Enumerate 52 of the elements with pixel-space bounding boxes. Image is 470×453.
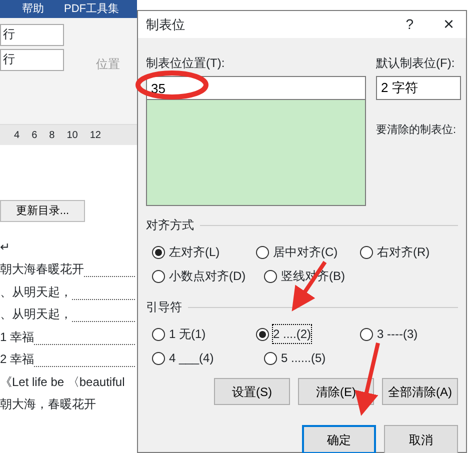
cancel-button[interactable]: 取消 — [384, 425, 458, 453]
radio-option[interactable]: 3 ----(3) — [360, 322, 458, 346]
radio-button[interactable] — [360, 246, 373, 258]
document-line: 、从明天起， — [0, 284, 72, 300]
tab-position-input[interactable]: 35 — [146, 76, 366, 100]
dialog-button[interactable]: 全部清除(A) — [382, 378, 458, 405]
radio-option[interactable]: 5 ......(5) — [264, 346, 370, 370]
field-label: 制表位位置(T): — [146, 55, 225, 72]
help-button[interactable]: ? — [406, 14, 414, 35]
dialog-button[interactable]: 设置(S) — [214, 378, 290, 405]
field-label: 要清除的制表位: — [376, 123, 458, 138]
radio-option[interactable]: 居中对齐(C) — [256, 240, 354, 264]
spin-field[interactable]: 行 — [0, 49, 64, 71]
document-line: ↵ — [0, 238, 10, 254]
radio-option[interactable]: 小数点对齐(D) — [152, 264, 258, 288]
ruler-number: 10 — [66, 128, 78, 142]
radio-button[interactable] — [256, 246, 269, 258]
ok-button[interactable]: 确定 — [302, 425, 376, 453]
document-line: 1 幸福 — [0, 328, 34, 344]
radio-button[interactable] — [264, 352, 277, 364]
radio-option[interactable]: 2 ....(2) — [256, 322, 354, 346]
field-label: 默认制表位(F): — [376, 55, 456, 72]
close-button[interactable]: × — [443, 11, 454, 38]
annotation-arrow — [292, 260, 327, 312]
update-toc-button[interactable]: 更新目录... — [0, 200, 85, 222]
default-tab-spinbox[interactable]: 2 字符 — [376, 76, 461, 100]
radio-option[interactable]: 右对齐(R) — [360, 240, 458, 264]
document-line: 、从明天起， — [0, 306, 72, 322]
radio-option[interactable]: 4 ___(4) — [152, 346, 258, 370]
group-title: 引导符 — [146, 299, 182, 316]
document-line: 朝大海春暖花开 — [0, 261, 84, 277]
document-line: 《Let life be 〈beautiful — [0, 374, 125, 390]
ruler-number: 12 — [90, 128, 101, 142]
document-line: 2 幸福 — [0, 351, 34, 367]
ribbon-tab[interactable]: 帮助 — [22, 0, 44, 18]
dialog-title: 制表位 — [146, 16, 186, 34]
radio-button[interactable] — [152, 270, 165, 282]
ruler-number: 6 — [32, 128, 38, 142]
radio-button[interactable] — [360, 328, 373, 340]
radio-option[interactable]: 左对齐(L) — [152, 240, 250, 264]
radio-button[interactable] — [152, 246, 165, 258]
spin-field[interactable]: 行 — [0, 24, 64, 46]
radio-option[interactable]: 1 无(1) — [152, 322, 250, 346]
group-title: 对齐方式 — [146, 217, 194, 234]
radio-button[interactable] — [256, 328, 269, 340]
radio-button[interactable] — [264, 270, 277, 282]
ribbon-tab[interactable]: PDF工具集 — [64, 0, 119, 18]
ruler-number: 4 — [14, 128, 20, 142]
radio-button[interactable] — [152, 328, 165, 340]
ruler-number: 8 — [49, 128, 55, 142]
document-line: 朝大海，春暖花开 — [0, 396, 96, 412]
radio-button[interactable] — [152, 352, 165, 364]
